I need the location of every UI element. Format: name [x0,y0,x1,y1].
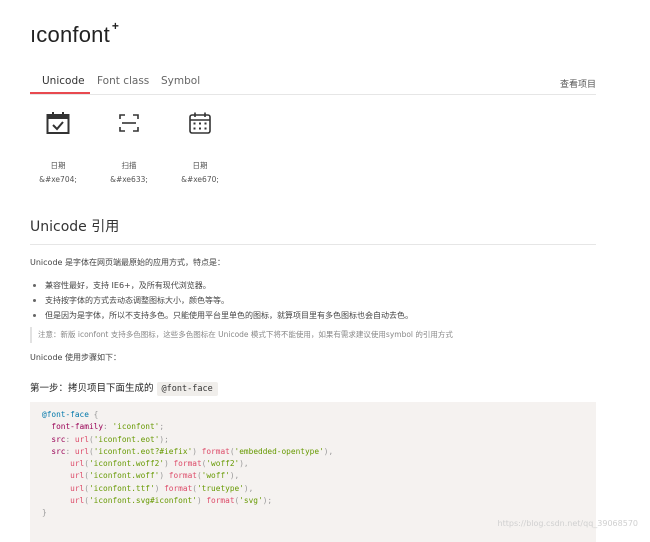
code-string: 'woff2' [206,459,240,469]
intro-text: Unicode 是字体在网页端最原始的应用方式，特点是： [30,258,225,267]
code-at-rule: @font-face [42,410,89,419]
icon-list: 日期 &#xe704; 扫描 &#xe633; 日期 &#xe670; [22,110,322,190]
feature-list: 兼容性最好，支持 IE6+，及所有现代浏览器。 支持按字体的方式去动态调整图标大… [30,278,413,323]
iconfont-logo[interactable]: ıconfont + [30,18,120,48]
icon-item[interactable]: 日期 &#xe670; [164,110,236,184]
icon-name: 扫描 [121,161,137,170]
scan-icon [119,114,139,132]
icon-item[interactable]: 扫描 &#xe633; [93,110,165,184]
calendar-grid-icon [189,112,211,134]
tab-bar: Unicode Font class Symbol 查看项目 [30,66,596,95]
steps-intro: Unicode 使用步骤如下： [30,353,121,362]
code-string: 'iconfont.eot' [93,434,160,444]
icon-item[interactable]: 日期 &#xe704; [22,110,94,184]
code-string: 'iconfont.svg#iconfont' [88,496,197,506]
code-string: 'woff' [201,471,230,481]
code-brace-open: { [93,410,99,419]
code-prop: font-family [51,422,104,432]
section-title: Unicode 引用 [30,219,120,235]
icon-code: &#xe670; [181,175,219,184]
list-item: 支持按字体的方式去动态调整图标大小，颜色等等。 [30,293,413,308]
code-fn: url [70,496,85,506]
code-fn: url [70,483,85,493]
code-string: 'svg' [239,496,263,506]
tab-unicode[interactable]: Unicode [42,75,85,87]
list-item: 兼容性最好，支持 IE6+，及所有现代浏览器。 [30,278,413,293]
code-string: 'iconfont.eot?#iefix' [93,446,193,456]
code-prop: src [51,434,66,444]
icon-name: 日期 [192,161,208,170]
code-fn: url [70,459,85,469]
icon-code: &#xe633; [110,175,148,184]
code-string: 'iconfont.woff' [88,471,160,481]
logo-text: ıconfont [30,22,110,47]
code-string: 'iconfont.ttf' [88,483,155,493]
code-prop: src [51,446,66,456]
code-fn: url [70,471,85,481]
code-string: 'iconfont.woff2' [88,459,165,469]
watermark: https://blog.csdn.net/qq_39068570 [497,519,638,528]
code-brace-close: } [42,508,47,518]
code-fn: format [201,446,230,456]
logo-plus-mark: + [111,18,120,33]
tab-symbol[interactable]: Symbol [161,75,200,87]
code-fn: url [74,434,89,444]
step-one-heading: 第一步：拷贝项目下面生成的 @font-face [30,380,218,396]
icon-code: &#xe704; [39,175,77,184]
section-divider [30,244,596,245]
code-fn: format [164,483,193,493]
icon-name: 日期 [50,161,66,170]
code-string: 'iconfont' [112,422,160,432]
code-fn: format [168,471,197,481]
code-string: 'embedded-opentype' [234,446,324,456]
step-one-text: 第一步：拷贝项目下面生成的 [30,383,154,394]
code-string: 'truetype' [196,483,244,493]
code-fn: format [206,496,235,506]
view-project-link[interactable]: 查看项目 [560,77,596,90]
list-item: 但是因为是字体，所以不支持多色。只能使用平台里单色的图标，就算项目里有多色图标也… [30,308,413,323]
active-tab-indicator [30,92,90,94]
code-fn: format [173,459,202,469]
calendar-check-icon [46,112,70,134]
tab-font-class[interactable]: Font class [97,75,149,87]
note-blockquote: 注意：新版 iconfont 支持多色图标，这些多色图标在 Unicode 模式… [30,327,596,343]
step-one-inline-code: @font-face [156,382,218,396]
code-fn: url [74,446,89,456]
